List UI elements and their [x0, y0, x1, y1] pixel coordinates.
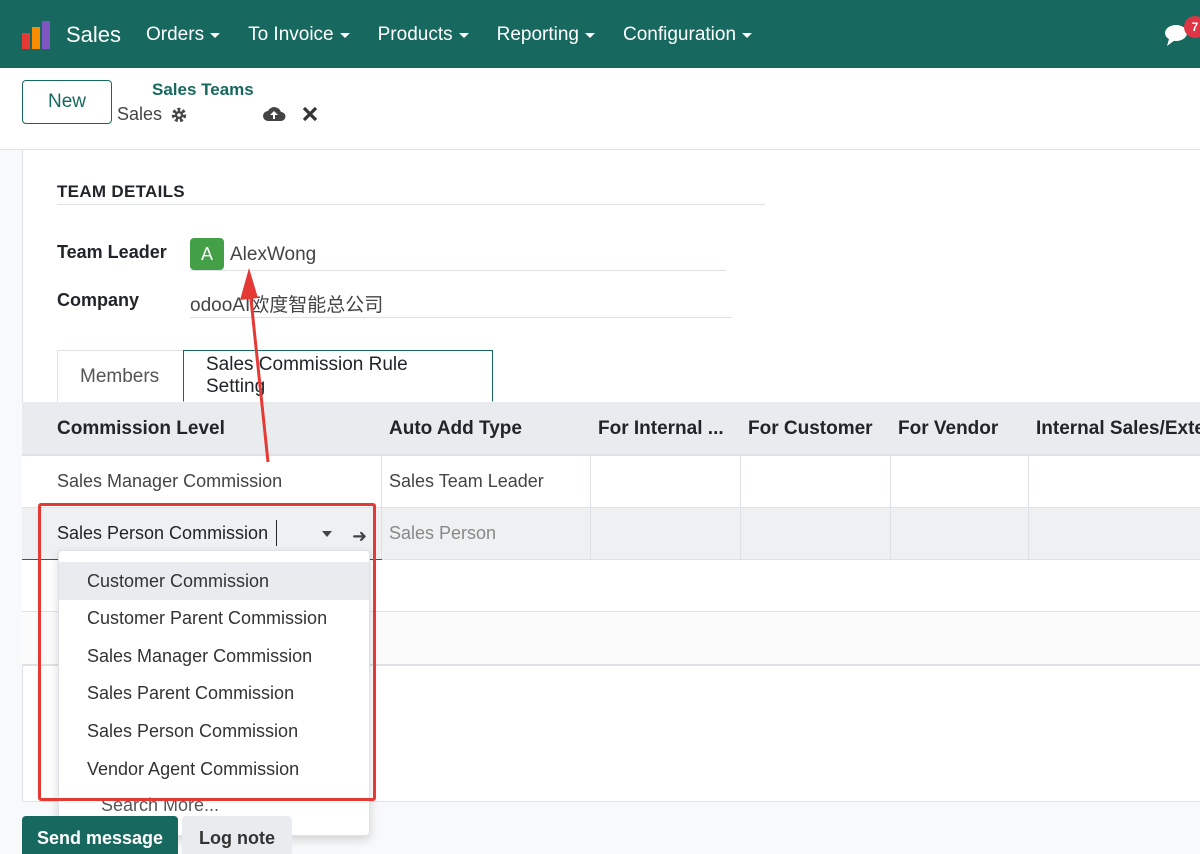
caret-down-icon [742, 32, 753, 38]
search-more-link[interactable]: Search More... [101, 795, 219, 816]
caret-down-icon [210, 32, 221, 38]
caret-down-icon[interactable] [322, 531, 332, 537]
record-name: Sales [117, 104, 188, 125]
caret-down-icon [458, 32, 469, 38]
app-name[interactable]: Sales [66, 22, 121, 48]
menu-orders[interactable]: Orders [146, 24, 221, 46]
commission-level-input[interactable]: Sales Person Commission [57, 523, 268, 544]
column-divider [890, 456, 891, 560]
dropdown-option[interactable]: Sales Person Commission [59, 712, 369, 750]
company-underline [190, 317, 732, 318]
team-leader-field[interactable]: AlexWong [230, 244, 316, 266]
table-header: Commission Level Auto Add Type For Inter… [22, 402, 1200, 456]
menu-configuration[interactable]: Configuration [623, 24, 753, 46]
record-name-label: Sales [117, 104, 163, 124]
gear-icon[interactable] [170, 106, 188, 124]
log-note-button[interactable]: Log note [182, 816, 292, 854]
cell-auto-add-type: Sales Team Leader [389, 471, 544, 491]
breadcrumb-sales-teams[interactable]: Sales Teams [152, 80, 254, 100]
new-button[interactable]: New [22, 80, 112, 124]
close-icon[interactable] [302, 106, 318, 122]
col-commission-level[interactable]: Commission Level [57, 418, 225, 440]
company-field[interactable]: odooAI欧度智能总公司 [190, 290, 383, 317]
tab-sales-commission-rule-setting[interactable]: Sales Commission Rule Setting [183, 350, 493, 402]
send-message-button[interactable]: Send message [22, 816, 178, 854]
dropdown-option[interactable]: Customer Commission [59, 562, 369, 600]
menu-reporting[interactable]: Reporting [497, 24, 595, 46]
main-menu: Orders To Invoice Products Reporting Con… [146, 24, 753, 46]
cell-auto-add-type: Sales Person [389, 523, 497, 543]
team-leader-label: Team Leader [57, 242, 167, 262]
top-navbar: Sales Orders To Invoice Products Reporti… [0, 0, 1200, 68]
menu-reporting-label: Reporting [496, 24, 579, 45]
sales-app-icon[interactable] [20, 19, 52, 51]
column-divider [1028, 456, 1029, 560]
control-panel: New Sales Teams Sales [0, 68, 1200, 150]
cloud-upload-icon[interactable] [262, 104, 286, 124]
section-title: TEAM DETAILS [57, 182, 185, 201]
notification-badge: 7 [1184, 16, 1200, 38]
caret-down-icon [339, 32, 350, 38]
section-divider [57, 204, 765, 205]
dropdown-option[interactable]: Sales Parent Commission [59, 674, 369, 712]
menu-configuration-label: Configuration [623, 24, 737, 45]
avatar: A [190, 238, 224, 270]
dropdown-option[interactable]: Vendor Agent Commission [59, 750, 369, 788]
dropdown-option[interactable]: Sales Manager Commission [59, 637, 369, 675]
column-divider [740, 456, 741, 560]
col-for-vendor[interactable]: For Vendor [898, 418, 998, 440]
menu-products[interactable]: Products [378, 24, 469, 46]
menu-to-invoice-label: To Invoice [248, 24, 334, 45]
column-divider [381, 456, 382, 560]
menu-products-label: Products [377, 24, 453, 45]
caret-down-icon [585, 32, 595, 38]
company-label: Company [57, 290, 140, 310]
internal-link-arrow-icon[interactable]: ➜ [352, 526, 367, 547]
text-cursor [276, 520, 277, 546]
team-leader-underline [190, 270, 726, 271]
tab-members[interactable]: Members [57, 350, 184, 402]
col-auto-add-type[interactable]: Auto Add Type [389, 418, 522, 440]
col-internal-sales[interactable]: Internal Sales/Exte [1036, 418, 1200, 440]
menu-orders-label: Orders [146, 24, 205, 45]
table-row[interactable]: Sales Manager Commission Sales Team Lead… [22, 456, 1200, 508]
menu-to-invoice[interactable]: To Invoice [248, 24, 350, 46]
dropdown-option[interactable]: Customer Parent Commission [59, 599, 369, 637]
autocomplete-dropdown: Customer Commission Customer Parent Comm… [58, 550, 370, 836]
col-for-internal[interactable]: For Internal ... [598, 418, 724, 440]
col-for-customer[interactable]: For Customer [748, 418, 873, 440]
column-divider [590, 456, 591, 560]
cell-commission-level: Sales Manager Commission [57, 471, 283, 491]
